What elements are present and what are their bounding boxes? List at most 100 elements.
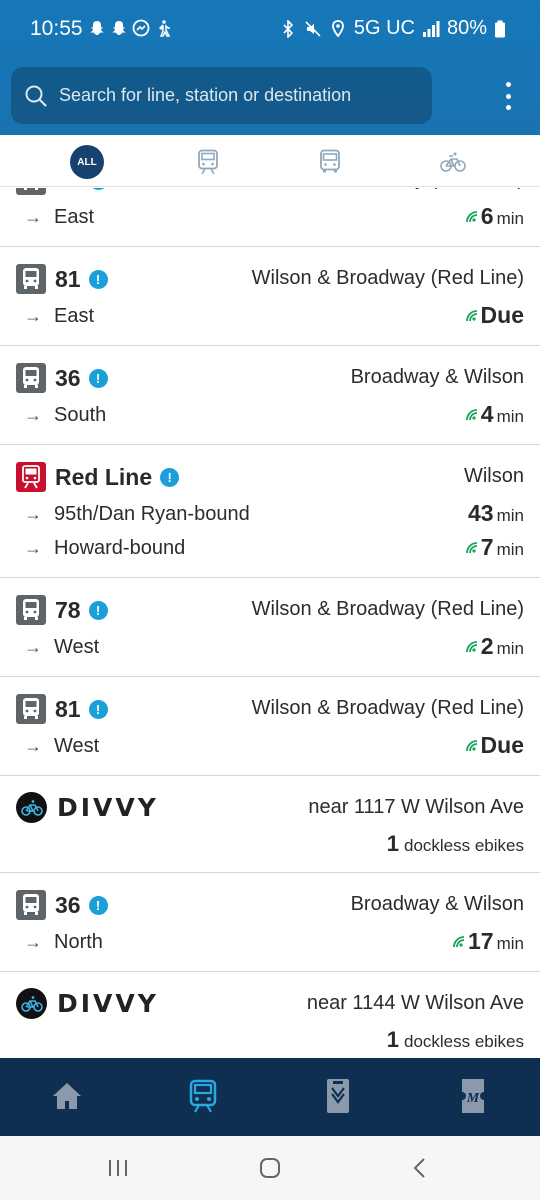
snapchat-icon xyxy=(88,19,106,37)
bus-arrival-row[interactable]: 78! Wilson & Broadway (Red Line) → East 6min xyxy=(0,188,540,247)
battery-percent: 80% xyxy=(446,17,487,39)
divvy-count-label: dockless ebikes xyxy=(403,836,524,855)
nav-metra[interactable]: M xyxy=(453,1076,493,1116)
eta-value: 4 xyxy=(480,401,494,427)
direction: → East xyxy=(24,303,94,329)
train-route-icon xyxy=(16,462,46,492)
route-name: 81 xyxy=(55,695,81,722)
bluetooth-icon xyxy=(279,18,297,39)
ventra-card-icon xyxy=(327,1079,349,1113)
notification-icons xyxy=(88,19,172,37)
arrival-eta: 17 min xyxy=(452,928,524,954)
stop-name: Wilson & Broadway (Red Line) xyxy=(252,188,524,191)
arrivals-list[interactable]: 78!Wilson & Broadway (Red Line)→East6min… xyxy=(0,188,540,1058)
bus-route-icon xyxy=(16,264,46,294)
arrow-right-icon: → xyxy=(24,931,42,952)
bus-route-icon xyxy=(16,595,46,625)
divvy-logo: DIVVY xyxy=(16,988,159,1019)
bus-arrival-row[interactable]: 81! Wilson & Broadway (Red Line) → West Due xyxy=(0,677,540,776)
direction-label: 95th/Dan Ryan-bound xyxy=(54,502,250,525)
bus-arrival-row[interactable]: 78! Wilson & Broadway (Red Line) → West 2 min xyxy=(0,578,540,677)
divvy-row[interactable]: DIVVY near 1144 W Wilson Ave 1 dockless ebi… xyxy=(0,972,540,1058)
train-arrival-row[interactable]: Red Line! Wilson → 95th/Dan Ryan-bound 43 min… xyxy=(0,445,540,578)
direction-label: West xyxy=(54,635,100,658)
arrival-eta: Due xyxy=(465,732,524,758)
route-name: 36 xyxy=(55,364,81,391)
divvy-wordmark: DIVVY xyxy=(57,989,159,1018)
arrival-eta: 4 min xyxy=(465,401,524,427)
alert-info-icon[interactable]: ! xyxy=(88,699,108,719)
alert-info-icon[interactable]: ! xyxy=(88,269,108,289)
eta-value: 7 xyxy=(480,534,494,560)
eta-unit: min xyxy=(496,506,524,525)
stop-name: Wilson & Broadway (Red Line) xyxy=(251,697,524,719)
recent-apps-icon xyxy=(109,1160,127,1176)
stop-name: Wilson xyxy=(463,465,524,487)
eta-value: Due xyxy=(480,732,524,758)
arrow-right-icon: → xyxy=(24,206,42,227)
eta-unit: min xyxy=(496,209,524,228)
bus-route-icon xyxy=(16,188,46,195)
train-icon xyxy=(198,149,218,175)
eta-unit: min xyxy=(496,639,524,658)
network-label: 5G UC xyxy=(353,17,415,39)
route-header: 36! xyxy=(16,890,108,920)
recent-apps-button[interactable] xyxy=(104,1156,132,1180)
back-button[interactable] xyxy=(406,1156,434,1180)
divvy-count-number: 1 xyxy=(386,831,399,856)
bus-icon xyxy=(320,149,340,173)
tab-bus[interactable] xyxy=(313,145,347,179)
direction-label: East xyxy=(54,304,95,327)
system-status: 5G UC 80% xyxy=(279,17,512,40)
search-bar[interactable] xyxy=(11,67,432,124)
system-navigation-bar xyxy=(0,1136,540,1200)
bus-arrival-row[interactable]: 36! Broadway & Wilson → North 17 min xyxy=(0,873,540,972)
direction: → North xyxy=(24,929,103,955)
alert-info-icon[interactable]: ! xyxy=(88,895,108,915)
alert-info-icon[interactable]: ! xyxy=(160,467,180,487)
search-input[interactable] xyxy=(59,85,419,106)
bike-icon xyxy=(440,152,466,172)
eta-value: 6 xyxy=(480,203,494,229)
stop-name: Wilson & Broadway (Red Line) xyxy=(251,267,524,289)
bus-arrival-row[interactable]: 36! Broadway & Wilson → South 4 min xyxy=(0,346,540,445)
alert-info-icon[interactable]: ! xyxy=(88,188,108,190)
mode-filter-tabs: ALL xyxy=(0,135,540,187)
divvy-row[interactable]: DIVVY near 1117 W Wilson Ave 1 dockless ebi… xyxy=(0,776,540,873)
realtime-signal-icon xyxy=(465,309,477,321)
direction-label: North xyxy=(54,930,103,953)
alert-info-icon[interactable]: ! xyxy=(88,368,108,388)
nav-nearby[interactable] xyxy=(183,1076,223,1116)
overflow-menu-icon[interactable] xyxy=(498,82,518,110)
divvy-wordmark: DIVVY xyxy=(57,793,159,822)
bus-route-icon xyxy=(16,694,46,724)
eta-value: 43 xyxy=(468,500,494,526)
nav-home[interactable] xyxy=(47,1076,87,1116)
route-header: 36! xyxy=(16,363,108,393)
direction-label: South xyxy=(54,403,107,426)
home-icon xyxy=(53,1083,81,1109)
route-header: 81! xyxy=(16,694,108,724)
home-button[interactable] xyxy=(256,1156,284,1180)
direction: → 95th/Dan Ryan-bound xyxy=(24,501,250,527)
tab-all[interactable]: ALL xyxy=(70,145,104,179)
arrivals-list-content: 78!Wilson & Broadway (Red Line)→East6min… xyxy=(0,188,540,1058)
realtime-signal-icon xyxy=(453,935,465,947)
nav-ventra[interactable] xyxy=(318,1076,358,1116)
direction-label: West xyxy=(54,734,100,757)
arrow-right-icon: → xyxy=(24,503,42,524)
bus-arrival-row[interactable]: 81! Wilson & Broadway (Red Line) → East Due xyxy=(0,247,540,346)
bottom-navigation: M xyxy=(0,1058,540,1136)
divvy-availability: 1 dockless ebikes xyxy=(387,831,524,857)
svg-text:M: M xyxy=(466,1091,480,1106)
route-name: Red Line xyxy=(55,463,153,490)
messenger-icon xyxy=(132,19,150,37)
direction: → West xyxy=(24,634,99,660)
arrival-eta: 2 min xyxy=(465,633,524,659)
tab-bike[interactable] xyxy=(436,145,470,179)
tab-train[interactable] xyxy=(191,145,225,179)
divvy-logo: DIVVY xyxy=(16,792,159,823)
route-header: 81! xyxy=(16,264,108,294)
alert-info-icon[interactable]: ! xyxy=(88,600,108,620)
route-header: 78! xyxy=(16,595,108,625)
